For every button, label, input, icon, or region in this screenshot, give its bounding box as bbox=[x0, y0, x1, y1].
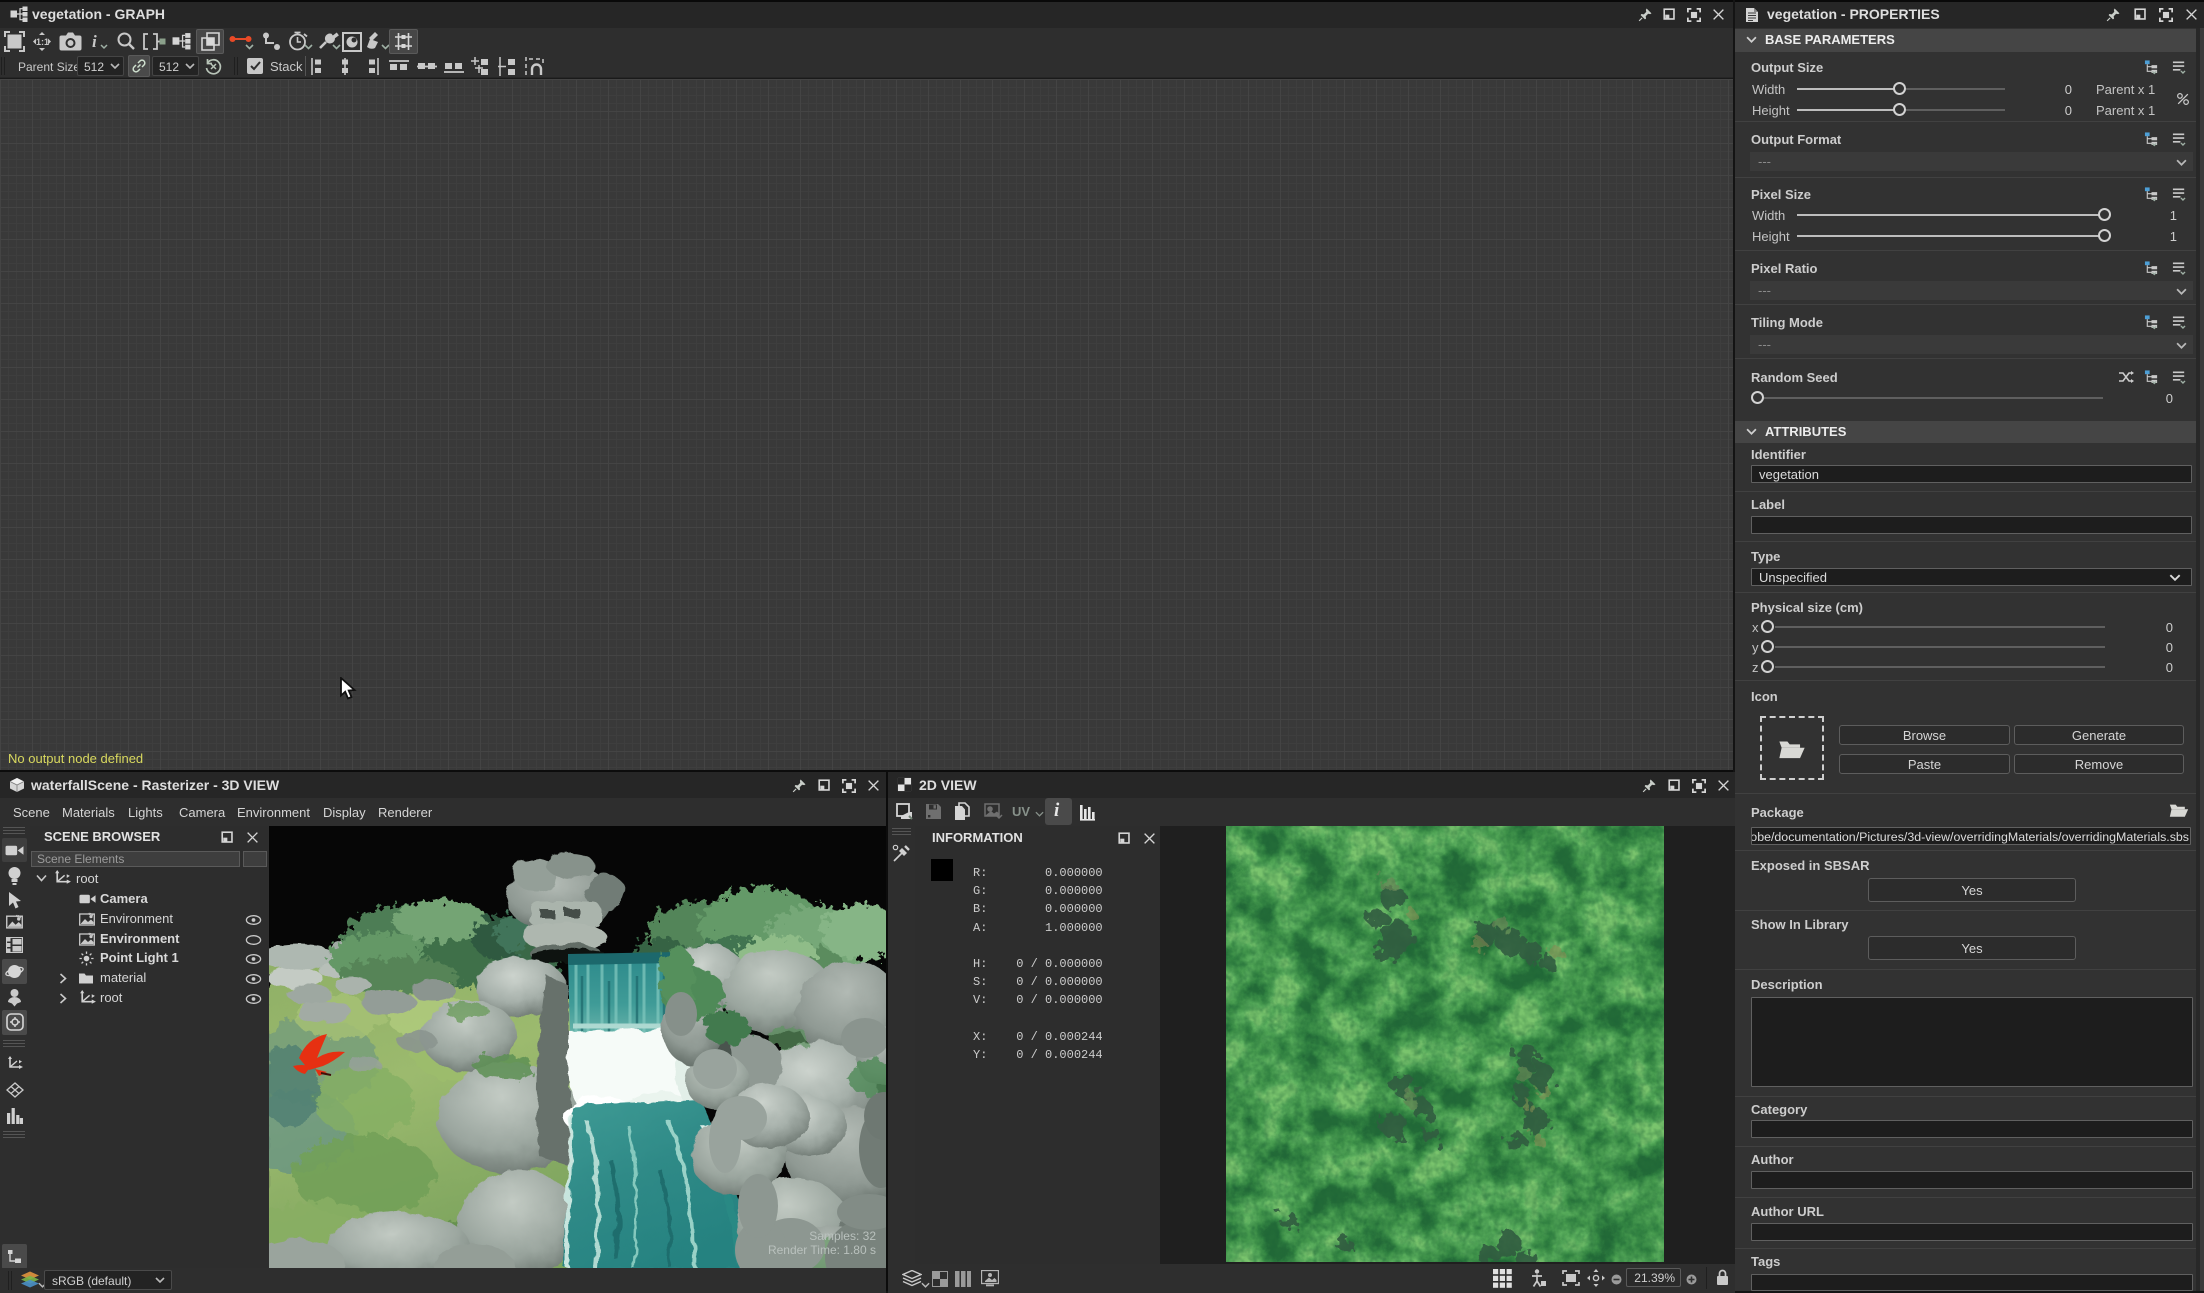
svg-text:i: i bbox=[92, 32, 97, 51]
svg-text:1:1: 1:1 bbox=[36, 37, 49, 47]
